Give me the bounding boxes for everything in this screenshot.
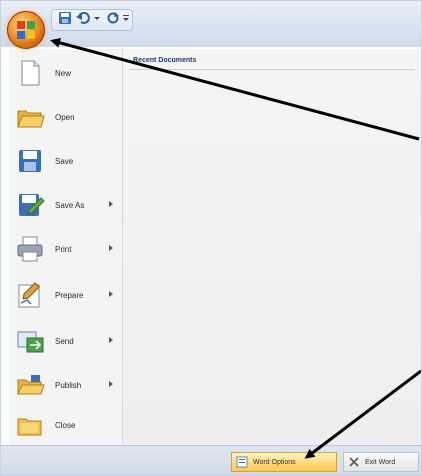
submenu-arrow-icon bbox=[109, 381, 113, 387]
send-icon bbox=[15, 326, 45, 356]
menu-item-label: Publish bbox=[55, 380, 82, 390]
menu-item-label: Close bbox=[55, 420, 76, 430]
submenu-arrow-icon bbox=[109, 245, 113, 251]
submenu-arrow-icon bbox=[109, 337, 113, 343]
menu-item-save[interactable]: Save bbox=[9, 141, 123, 181]
new-document-icon bbox=[15, 58, 45, 88]
undo-icon[interactable] bbox=[75, 11, 91, 25]
menu-item-label: Save As bbox=[55, 200, 85, 210]
save-as-icon bbox=[15, 190, 45, 220]
save-icon[interactable] bbox=[57, 11, 73, 25]
menu-item-label: Print bbox=[55, 244, 72, 254]
menu-item-save-as[interactable]: Save As bbox=[9, 185, 123, 225]
menu-item-label: Send bbox=[55, 336, 74, 346]
word-options-button[interactable]: Word Options bbox=[231, 452, 337, 472]
customize-qat-icon[interactable] bbox=[121, 11, 131, 25]
menu-item-label: New bbox=[55, 68, 72, 78]
menu-item-close[interactable]: Close bbox=[9, 405, 123, 445]
recent-documents-panel: Recent Documents bbox=[123, 49, 421, 445]
menu-item-print[interactable]: Print bbox=[9, 229, 123, 269]
menu-item-new[interactable]: New bbox=[9, 53, 123, 93]
exit-word-button[interactable]: Exit Word bbox=[343, 452, 419, 472]
office-menu-window: New Open Save Save As Print Prepare Send… bbox=[0, 0, 422, 476]
printer-icon bbox=[15, 234, 45, 264]
prepare-icon bbox=[15, 280, 45, 310]
office-button[interactable] bbox=[7, 11, 45, 49]
open-folder-icon bbox=[15, 102, 45, 132]
undo-dropdown-icon[interactable] bbox=[93, 11, 101, 25]
menu-item-label: Prepare bbox=[55, 290, 84, 300]
quick-access-toolbar bbox=[1, 1, 421, 47]
office-logo-icon bbox=[17, 21, 35, 39]
redo-icon[interactable] bbox=[105, 11, 121, 25]
recent-documents-title: Recent Documents bbox=[133, 57, 197, 64]
submenu-arrow-icon bbox=[109, 201, 113, 207]
close-folder-icon bbox=[15, 410, 45, 440]
recent-documents-divider bbox=[129, 69, 415, 70]
word-options-icon bbox=[236, 456, 248, 468]
save-icon bbox=[15, 146, 45, 176]
submenu-arrow-icon bbox=[109, 291, 113, 297]
menu-item-send[interactable]: Send bbox=[9, 321, 123, 361]
menu-item-publish[interactable]: Publish bbox=[9, 365, 123, 405]
exit-word-label: Exit Word bbox=[365, 458, 396, 466]
office-menu-commands: New Open Save Save As Print Prepare Send… bbox=[9, 49, 123, 445]
close-icon bbox=[349, 457, 359, 467]
menu-item-open[interactable]: Open bbox=[9, 97, 123, 137]
menu-item-label: Open bbox=[55, 112, 75, 122]
word-options-label: Word Options bbox=[253, 458, 296, 466]
office-menu-footer: Word Options Exit Word bbox=[1, 445, 421, 475]
publish-icon bbox=[15, 370, 45, 400]
menu-item-label: Save bbox=[55, 156, 74, 166]
menu-item-prepare[interactable]: Prepare bbox=[9, 275, 123, 315]
